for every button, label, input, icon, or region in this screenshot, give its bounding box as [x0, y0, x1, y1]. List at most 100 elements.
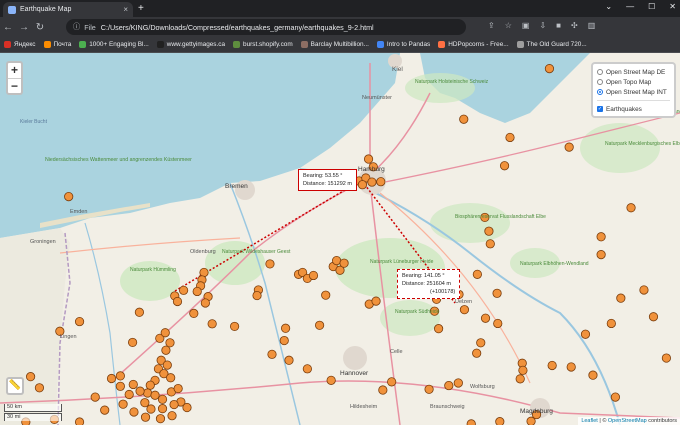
- earthquake-marker[interactable]: [485, 239, 495, 249]
- close-tab-icon[interactable]: ×: [123, 5, 128, 14]
- earthquake-marker[interactable]: [134, 307, 144, 317]
- earthquake-marker[interactable]: [182, 402, 192, 413]
- earthquake-marker[interactable]: [472, 269, 482, 279]
- earthquake-marker[interactable]: [140, 412, 151, 422]
- star-icon[interactable]: ☆: [505, 21, 512, 30]
- bookmark-7[interactable]: HDPopcorns - Free...: [438, 41, 509, 48]
- earthquake-marker[interactable]: [596, 232, 606, 242]
- earthquake-marker[interactable]: [484, 226, 494, 236]
- earthquake-marker[interactable]: [230, 321, 240, 332]
- share-icon[interactable]: ⇪: [488, 21, 495, 30]
- earthquake-marker[interactable]: [544, 64, 555, 74]
- ruler-button[interactable]: 📏: [6, 377, 24, 395]
- earthquake-marker[interactable]: [74, 417, 85, 425]
- radio-osm-de[interactable]: [597, 69, 603, 75]
- earthquake-marker[interactable]: [424, 384, 434, 394]
- leaflet-link[interactable]: Leaflet: [581, 418, 598, 424]
- earthquake-marker[interactable]: [165, 338, 175, 348]
- minimize-icon[interactable]: —: [626, 2, 634, 11]
- earthquake-marker[interactable]: [466, 419, 476, 425]
- map-tiles[interactable]: Kiel Neumünster Hamburg Bremen Oldenburg Hann…: [0, 53, 680, 425]
- earthquake-marker[interactable]: [192, 286, 202, 297]
- earthquake-marker[interactable]: [150, 390, 160, 400]
- zoom-in-button[interactable]: +: [8, 63, 21, 78]
- earthquake-marker[interactable]: [378, 385, 388, 395]
- bookmark-3[interactable]: www.gettyimages.ca: [156, 41, 225, 48]
- earthquake-marker[interactable]: [588, 370, 598, 380]
- earthquake-marker[interactable]: [433, 324, 444, 334]
- earthquake-marker[interactable]: [499, 161, 510, 171]
- earthquake-marker[interactable]: [207, 319, 217, 329]
- bookmark-1[interactable]: Почта: [43, 41, 71, 48]
- earthquake-marker[interactable]: [118, 399, 128, 409]
- layer-option-osm-int[interactable]: Open Street Map INT: [597, 87, 670, 97]
- earthquake-marker[interactable]: [515, 374, 525, 384]
- puzzle-icon[interactable]: ✣: [571, 21, 578, 30]
- earthquake-marker[interactable]: [157, 394, 168, 404]
- earthquake-marker[interactable]: [495, 417, 505, 425]
- download-icon[interactable]: ⇩: [539, 21, 546, 30]
- earthquake-marker[interactable]: [265, 259, 275, 269]
- close-window-icon[interactable]: ✕: [669, 2, 676, 11]
- earthquake-marker[interactable]: [476, 338, 486, 348]
- extension-icon[interactable]: ▣: [522, 21, 530, 30]
- maximize-icon[interactable]: ☐: [648, 2, 655, 11]
- extension-icon-2[interactable]: ■: [556, 21, 561, 30]
- earthquake-marker[interactable]: [167, 411, 177, 421]
- earthquake-marker[interactable]: [166, 373, 176, 383]
- earthquake-marker[interactable]: [34, 383, 45, 393]
- earthquake-marker[interactable]: [616, 293, 626, 303]
- reload-icon[interactable]: ↻: [32, 22, 48, 33]
- earthquake-marker[interactable]: [252, 290, 262, 301]
- earthquake-marker[interactable]: [115, 381, 125, 391]
- tab-earthquake-map[interactable]: Earthquake Map ×: [3, 2, 133, 17]
- bookmark-8[interactable]: The Old Guard 720...: [516, 41, 587, 48]
- earthquake-marker[interactable]: [547, 360, 557, 371]
- earthquake-marker[interactable]: [371, 296, 381, 306]
- earthquake-marker[interactable]: [459, 305, 470, 315]
- earthquake-marker[interactable]: [566, 362, 576, 372]
- earthquake-marker[interactable]: [596, 250, 606, 260]
- earthquake-marker[interactable]: [639, 285, 649, 295]
- earthquake-marker[interactable]: [626, 203, 636, 213]
- earthquake-marker[interactable]: [279, 335, 289, 346]
- earthquake-marker[interactable]: [580, 329, 591, 339]
- chevron-down-icon[interactable]: ⌄: [605, 2, 612, 11]
- earthquake-marker[interactable]: [326, 375, 336, 385]
- earthquake-marker[interactable]: [74, 316, 85, 327]
- earthquake-marker[interactable]: [610, 392, 621, 402]
- earthquake-marker[interactable]: [100, 405, 110, 415]
- earthquake-marker[interactable]: [363, 154, 374, 164]
- earthquake-marker[interactable]: [308, 270, 319, 281]
- overlay-earthquakes[interactable]: ✓ Earthquakes: [597, 104, 670, 114]
- earthquake-marker[interactable]: [169, 399, 179, 410]
- new-tab-button[interactable]: +: [138, 3, 144, 14]
- earthquake-marker[interactable]: [146, 404, 156, 414]
- zoom-out-button[interactable]: −: [8, 78, 21, 93]
- earthquake-marker[interactable]: [90, 392, 100, 402]
- earthquake-marker[interactable]: [145, 380, 155, 390]
- bookmark-4[interactable]: burst.shopify.com: [233, 41, 293, 48]
- earthquake-marker[interactable]: [387, 377, 397, 387]
- bookmark-6[interactable]: Intro to Pandas: [376, 41, 430, 48]
- earthquake-marker[interactable]: [128, 379, 138, 390]
- earthquake-marker[interactable]: [124, 389, 134, 400]
- checkbox-earthquakes[interactable]: ✓: [597, 106, 603, 112]
- earthquake-marker[interactable]: [172, 296, 183, 307]
- address-bar[interactable]: ⓘ File C:/Users/KING/Downloads/Compresse…: [66, 19, 466, 35]
- earthquake-marker[interactable]: [189, 308, 199, 318]
- earthquake-marker[interactable]: [280, 323, 291, 333]
- layer-option-osm-de[interactable]: Open Street Map DE: [597, 67, 670, 77]
- earthquake-marker[interactable]: [459, 114, 469, 124]
- earthquake-marker[interactable]: [339, 258, 349, 268]
- earthquake-marker[interactable]: [376, 177, 386, 187]
- back-icon[interactable]: ←: [0, 22, 16, 33]
- earthquake-marker[interactable]: [135, 386, 145, 396]
- earthquake-marker[interactable]: [367, 177, 377, 187]
- earthquake-marker[interactable]: [480, 313, 491, 323]
- osm-link[interactable]: OpenStreetMap: [608, 418, 647, 424]
- earthquake-marker[interactable]: [267, 349, 277, 359]
- earthquake-marker[interactable]: [284, 355, 294, 365]
- earthquake-marker[interactable]: [444, 380, 454, 391]
- earthquake-marker[interactable]: [493, 318, 503, 329]
